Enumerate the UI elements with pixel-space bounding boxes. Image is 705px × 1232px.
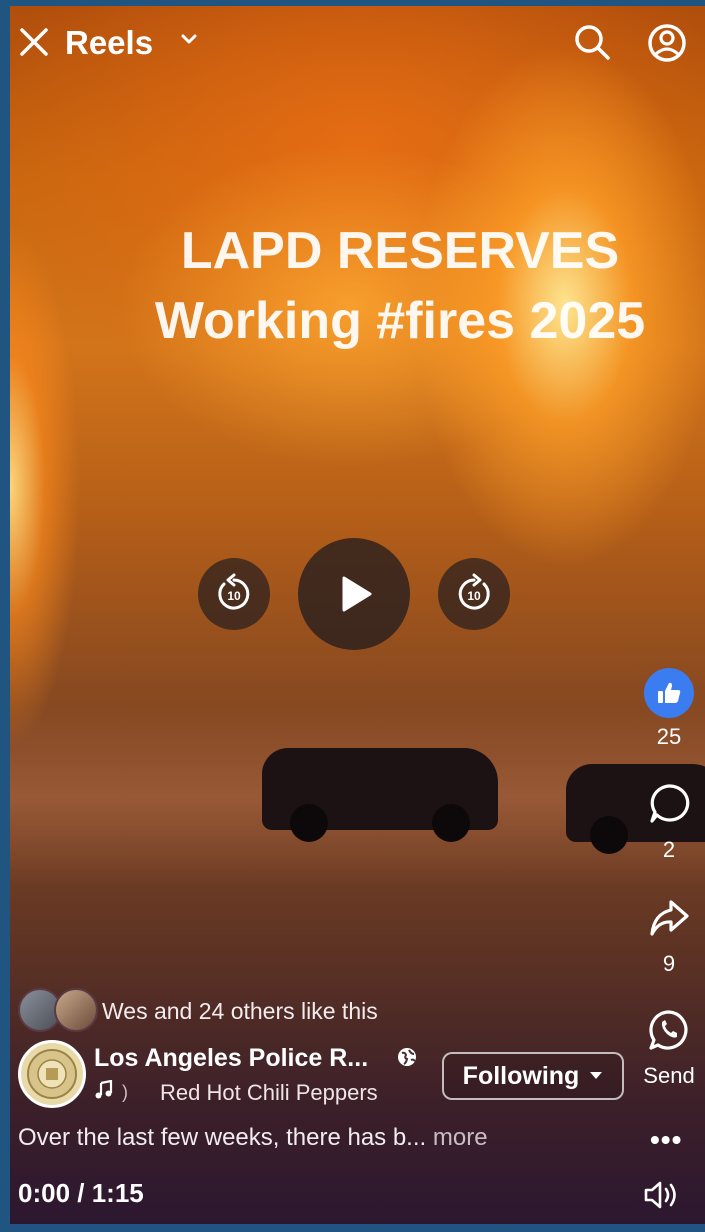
play-icon (342, 576, 372, 612)
comment-count: 2 (662, 837, 676, 862)
reels-title[interactable]: Reels (65, 24, 153, 62)
close-icon[interactable] (16, 24, 52, 60)
caret-down-icon (590, 1072, 603, 1079)
following-button[interactable]: Following (442, 1052, 624, 1100)
page-name[interactable]: Los Angeles Police R... (94, 1044, 368, 1073)
post-caption[interactable]: Over the last few weeks, there has b... … (18, 1124, 488, 1152)
share-action[interactable]: 9 (636, 896, 702, 977)
police-badge-icon (27, 1049, 77, 1099)
rewind-seconds: 10 (227, 589, 241, 603)
overlay-line-1: LAPD RESERVES (180, 222, 620, 280)
following-label: Following (462, 1061, 580, 1090)
share-count: 9 (662, 951, 676, 976)
like-action[interactable]: 25 (636, 668, 702, 750)
comment-icon[interactable] (647, 782, 691, 826)
send-label: Send (643, 1063, 695, 1088)
whatsapp-icon[interactable] (647, 1008, 691, 1052)
overlay-line-2: Working #fires 2025 (154, 292, 646, 350)
comment-action[interactable]: 2 (636, 782, 702, 863)
video-car-silhouette (262, 748, 498, 842)
profile-icon[interactable] (646, 22, 688, 64)
rewind-icon: 10 (218, 573, 250, 610)
car-wheel (432, 804, 470, 842)
video-overlay-text: LAPD RESERVES Working #fires 2025 (10, 216, 705, 356)
top-bar: Reels (10, 22, 705, 64)
music-separator: ) (122, 1082, 128, 1102)
car-wheel (590, 816, 628, 854)
page-avatar[interactable] (18, 1040, 86, 1108)
avatar (54, 988, 98, 1032)
music-track[interactable]: Red Hot Chili Peppers (160, 1080, 378, 1106)
search-icon[interactable] (572, 22, 612, 62)
play-button[interactable] (298, 538, 410, 650)
music-note-icon (95, 1080, 113, 1099)
thumbs-up-icon (658, 682, 681, 703)
more-options-icon[interactable]: ••• (650, 1124, 682, 1156)
like-count: 25 (656, 724, 682, 749)
forward-10-button[interactable]: 10 (438, 558, 510, 630)
reels-viewer: Reels LAPD RESERVES Working #fires 2025 … (10, 6, 705, 1224)
volume-icon[interactable] (642, 1178, 682, 1212)
share-arrow-icon[interactable] (647, 896, 691, 940)
playback-time: 0:00 / 1:15 (18, 1178, 144, 1208)
chevron-down-icon[interactable] (180, 30, 198, 48)
rewind-10-button[interactable]: 10 (198, 558, 270, 630)
forward-seconds: 10 (467, 589, 481, 603)
likers-row[interactable]: Wes and 24 others like this (18, 988, 518, 1032)
send-action[interactable]: Send (636, 1008, 702, 1089)
more-link[interactable]: more (433, 1124, 488, 1151)
forward-icon: 10 (458, 573, 490, 610)
globe-icon (398, 1048, 416, 1066)
like-button[interactable] (644, 668, 694, 718)
car-wheel (290, 804, 328, 842)
likers-text: Wes and 24 others like this (102, 998, 378, 1024)
caption-text: Over the last few weeks, there has b... (18, 1124, 427, 1151)
